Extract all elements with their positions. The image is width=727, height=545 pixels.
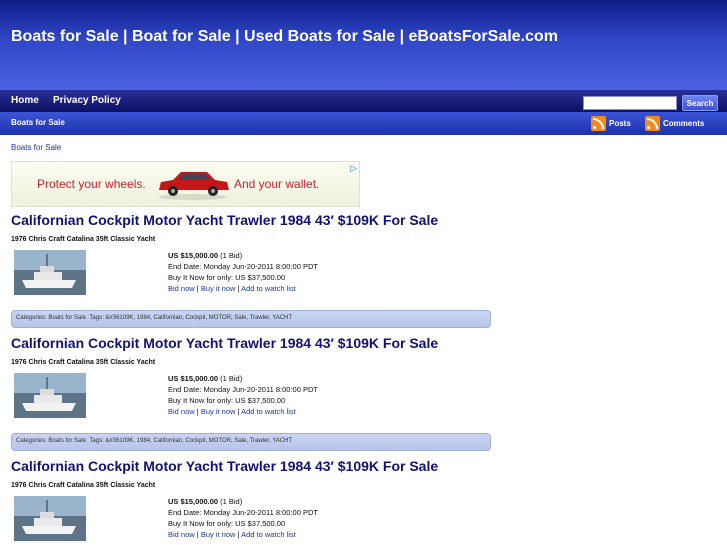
auction-details: US $15,000.00 (1 Bid) End Date: Monday J… xyxy=(168,250,318,294)
categories-label: Categories: xyxy=(16,438,49,444)
ad-banner[interactable]: Protect your wheels. And your wallet. ▷ xyxy=(11,161,360,207)
add-to-watch-list-link[interactable]: Add to watch list xyxy=(241,284,296,293)
bid-now-link[interactable]: Bid now xyxy=(168,407,195,416)
end-date: End Date: Monday Jun-20-2011 8:00:00 PDT xyxy=(168,508,318,517)
buy-now-price: Buy It Now for only: US $37,500.00 xyxy=(168,519,286,528)
add-to-watch-list-link[interactable]: Add to watch list xyxy=(241,407,296,416)
post-title[interactable]: Californian Cockpit Motor Yacht Trawler … xyxy=(11,212,438,228)
ad-text-left: Protect your wheels. xyxy=(37,177,146,191)
item-title: 1976 Chris Craft Catalina 35ft Classic Y… xyxy=(11,482,156,489)
search-input[interactable] xyxy=(583,96,677,110)
tag-links[interactable]: &#36109K, 1984, Californian, Cockpit, MO… xyxy=(105,315,292,321)
comments-feed-link[interactable]: Comments xyxy=(645,115,704,132)
auction-details: US $15,000.00 (1 Bid) End Date: Monday J… xyxy=(168,496,318,540)
category-bar: Boats for Sale Posts Comments xyxy=(0,112,727,135)
end-date: End Date: Monday Jun-20-2011 8:00:00 PDT xyxy=(168,262,318,271)
bid-count: (1 Bid) xyxy=(218,497,243,506)
buy-it-now-link[interactable]: Buy it now xyxy=(201,407,236,416)
end-date: End Date: Monday Jun-20-2011 8:00:00 PDT xyxy=(168,385,318,394)
price: US $15,000.00 xyxy=(168,251,219,260)
add-to-watch-list-link[interactable]: Add to watch list xyxy=(241,530,296,539)
posts-feed-label: Posts xyxy=(609,119,631,128)
car-image xyxy=(159,172,229,200)
buy-now-price: Buy It Now for only: US $37,500.00 xyxy=(168,273,286,282)
tag-links[interactable]: &#36109K, 1984, Californian, Cockpit, MO… xyxy=(105,438,292,444)
category-link[interactable]: Boats for Sale xyxy=(48,438,86,444)
post-meta-bar: Categories: Boats for Sale Tags: &#36109… xyxy=(11,310,491,328)
buy-now-price: Buy It Now for only: US $37,500.00 xyxy=(168,396,286,405)
boat-thumbnail[interactable] xyxy=(14,496,86,541)
buy-it-now-link[interactable]: Buy it now xyxy=(201,284,236,293)
post-title[interactable]: Californian Cockpit Motor Yacht Trawler … xyxy=(11,458,438,474)
site-header: Boats for Sale | Boat for Sale | Used Bo… xyxy=(0,0,727,90)
ad-text-right: And your wallet. xyxy=(234,177,320,191)
post-title[interactable]: Californian Cockpit Motor Yacht Trawler … xyxy=(11,335,438,351)
nav-home[interactable]: Home xyxy=(11,95,39,106)
auction-details: US $15,000.00 (1 Bid) End Date: Monday J… xyxy=(168,373,318,417)
bid-now-link[interactable]: Bid now xyxy=(168,530,195,539)
boat-thumbnail[interactable] xyxy=(14,373,86,418)
rss-icon xyxy=(591,116,606,131)
bid-count: (1 Bid) xyxy=(218,251,243,260)
tags-label: Tags: xyxy=(89,315,106,321)
price: US $15,000.00 xyxy=(168,374,219,383)
item-title: 1976 Chris Craft Catalina 35ft Classic Y… xyxy=(11,236,156,243)
search-button[interactable]: Search xyxy=(682,95,718,111)
rss-icon xyxy=(645,116,660,131)
buy-it-now-link[interactable]: Buy it now xyxy=(201,530,236,539)
categories-label: Categories: xyxy=(16,315,49,321)
posts-feed-link[interactable]: Posts xyxy=(591,115,631,132)
bid-now-link[interactable]: Bid now xyxy=(168,284,195,293)
tags-label: Tags: xyxy=(89,438,106,444)
ad-choices-icon[interactable]: ▷ xyxy=(350,163,357,174)
nav-privacy-policy[interactable]: Privacy Policy xyxy=(53,95,121,106)
boat-thumbnail[interactable] xyxy=(14,250,86,295)
subnav-boats-for-sale[interactable]: Boats for Sale xyxy=(11,118,65,127)
breadcrumb[interactable]: Boats for Sale xyxy=(11,143,61,152)
site-title[interactable]: Boats for Sale | Boat for Sale | Used Bo… xyxy=(11,28,558,46)
bid-count: (1 Bid) xyxy=(218,374,243,383)
comments-feed-label: Comments xyxy=(663,119,705,128)
category-link[interactable]: Boats for Sale xyxy=(48,315,86,321)
post-meta-bar: Categories: Boats for Sale Tags: &#36109… xyxy=(11,433,491,451)
price: US $15,000.00 xyxy=(168,497,219,506)
item-title: 1976 Chris Craft Catalina 35ft Classic Y… xyxy=(11,359,156,366)
